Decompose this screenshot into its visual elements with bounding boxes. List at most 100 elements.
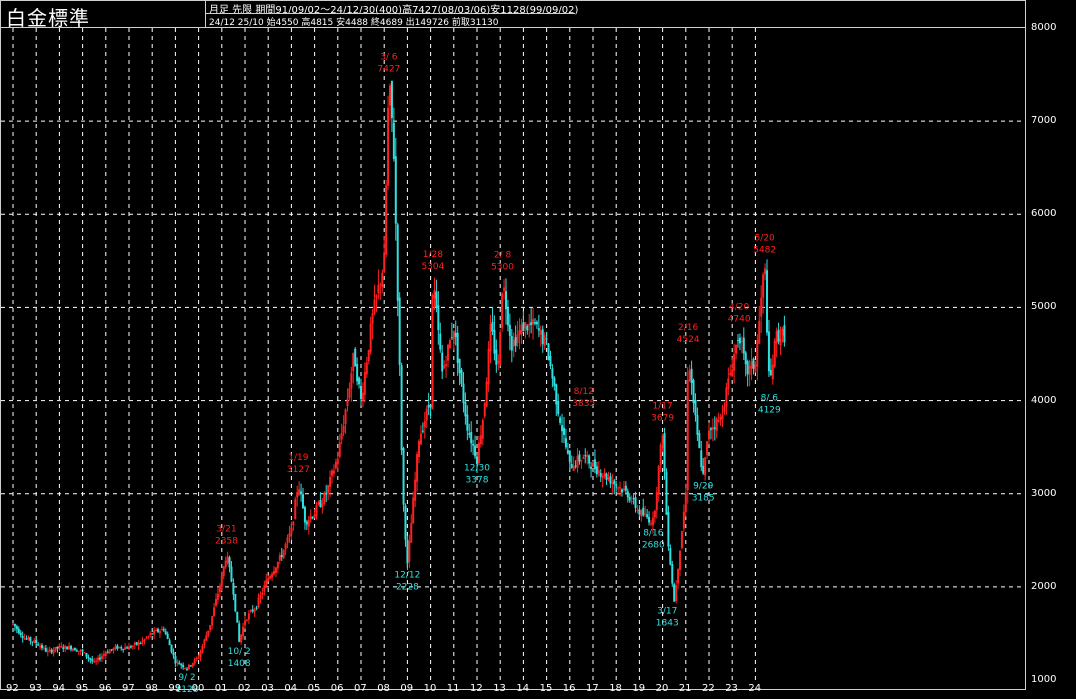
candle-body [327,485,330,493]
candle-body [269,576,272,579]
candle-body [182,665,185,668]
candle-body [773,340,776,367]
annotation-value: 2358 [215,537,238,547]
candle-body [37,644,40,646]
candle-body [706,441,709,456]
candle-body [387,107,390,186]
candle-body [729,372,732,376]
candle-body [605,473,608,480]
candle-body [216,593,219,600]
candle-body [535,321,538,325]
candle-body [599,473,602,477]
candle-body [427,404,430,408]
candle-body [180,664,183,666]
candle-body [122,648,125,650]
x-tick-label: 99 [168,683,182,694]
candle-body [690,368,693,384]
candle-body [588,455,591,464]
candle-body [640,510,643,517]
candle-body [151,633,154,635]
candle-body [694,400,697,416]
candle-body [211,616,214,626]
x-tick-label: 22 [702,683,715,694]
candle-body [549,355,552,367]
x-tick-label: 24 [748,683,762,694]
candle-body [321,503,324,508]
y-tick-label: 4000 [1031,394,1057,406]
candle-body [245,619,248,621]
candle-body [679,550,681,570]
candle-body [331,470,333,476]
candle-body [568,450,571,462]
candle-body [259,594,262,599]
candle-body [342,425,345,433]
candle-body [271,573,274,578]
candle-body [307,519,310,527]
candle-body [41,645,43,649]
candle-body [91,659,94,662]
annotation-date: 2/ 8 [494,250,512,260]
candle-body [738,337,741,344]
candle-body [675,585,678,602]
candle-body [135,642,138,645]
candle-body [410,522,413,543]
candle-body [35,639,38,644]
candle-body [541,329,544,345]
candle-body [329,476,332,487]
x-tick-label: 98 [145,683,158,694]
annotation-date: 8/12 [574,387,594,397]
candle-body [209,625,212,630]
candle-body [44,648,47,652]
candle-body [346,399,349,407]
candle-body [760,297,763,317]
candle-body [81,649,84,652]
candle-body [87,656,90,659]
candle-body [158,631,161,634]
candle-body [164,631,167,635]
candle-body [348,388,351,399]
candle-body [746,361,749,375]
candle-body [474,445,477,457]
candle-body [184,667,187,669]
candle-body [234,594,237,612]
candle-body [261,592,264,595]
annotation-date: 10/ 2 [228,647,251,657]
candle-body [626,491,629,498]
candle-body [232,583,235,595]
candle-body [607,478,610,480]
candle-body [131,645,134,647]
candle-body [108,650,111,654]
candle-body [638,509,641,515]
candle-body [238,623,241,642]
candle-body [702,466,705,474]
candle-body [737,340,739,342]
candle-body [742,337,745,354]
candle-body [416,454,419,482]
candle-body [520,324,523,334]
candle-body [236,611,239,623]
candle-body [172,652,175,656]
candle-body [247,613,250,620]
candle-body [389,85,391,106]
candle-body [708,430,710,440]
annotation-value: 4524 [677,335,700,345]
candle-body [688,370,691,381]
candle-body [112,648,115,651]
candle-body [274,567,277,573]
candle-body [684,492,687,512]
candle-body [383,253,386,273]
candle-body [648,516,651,523]
candle-body [481,419,484,439]
candle-body [390,81,393,119]
candle-body [400,365,403,451]
candle-body [70,645,72,650]
annotation-value: 7427 [377,64,400,74]
candle-body [543,335,546,346]
candle-body [155,630,158,632]
x-tick-label: 08 [377,683,390,694]
candle-body [750,361,753,369]
candle-body [290,527,293,535]
candle-body [628,496,631,501]
y-tick-label: 2000 [1031,580,1057,592]
candle-body [564,438,567,448]
